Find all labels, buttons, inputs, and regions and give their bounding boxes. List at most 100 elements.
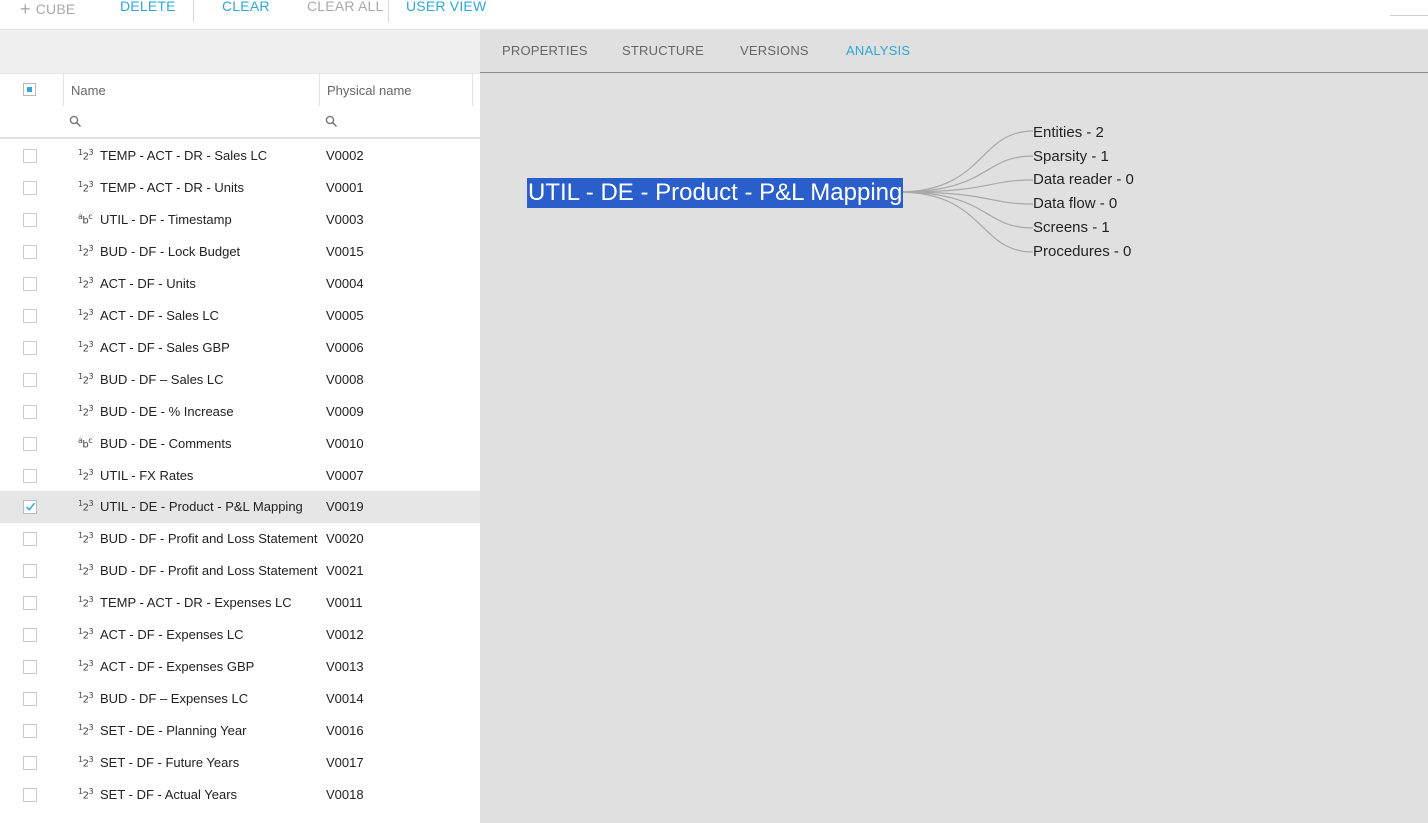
table-row[interactable]: 123 SET - DF - Actual Years V0018 [0, 779, 480, 811]
row-checkbox[interactable] [23, 341, 37, 355]
row-physical-name: V0021 [326, 563, 364, 578]
row-physical-name: V0019 [326, 499, 364, 514]
select-all-checkbox[interactable] [23, 83, 36, 96]
column-header-physical-name[interactable]: Physical name [327, 83, 412, 98]
column-divider [319, 74, 320, 106]
column-header-name[interactable]: Name [71, 83, 106, 98]
table-row[interactable]: abc UTIL - DF - Timestamp V0003 [0, 204, 480, 236]
row-physical-name: V0005 [326, 308, 364, 323]
user-view-button[interactable]: USER VIEW [406, 0, 486, 14]
row-checkbox[interactable] [23, 692, 37, 706]
row-checkbox[interactable] [23, 500, 37, 514]
table-row[interactable]: 123 TEMP - ACT - DR - Sales LC V0002 [0, 140, 480, 172]
analysis-leaf-procedures[interactable]: Procedures - 0 [1033, 243, 1131, 260]
row-checkbox[interactable] [23, 596, 37, 610]
row-name: ACT - DF - Expenses LC [100, 627, 244, 642]
numeric-type-icon: 123 [78, 723, 94, 738]
row-checkbox[interactable] [23, 149, 37, 163]
table-row[interactable]: 123 UTIL - DE - Product - P&L Mapping V001… [0, 491, 480, 523]
table-row[interactable]: 123 TEMP - ACT - DR - Units V0001 [0, 172, 480, 204]
table-row[interactable]: 123 BUD - DF - Profit and Loss Statement V… [0, 555, 480, 587]
row-physical-name: V0003 [326, 212, 364, 227]
name-filter-search-icon[interactable] [69, 115, 82, 128]
row-name: BUD - DE - Comments [100, 436, 232, 451]
toolbar-divider [193, 0, 194, 22]
table-row[interactable]: 123 TEMP - ACT - DR - Expenses LC V0011 [0, 587, 480, 619]
row-checkbox[interactable] [23, 277, 37, 291]
filter-row [0, 106, 480, 139]
row-checkbox[interactable] [23, 724, 37, 738]
table-row[interactable]: abc BUD - DE - Comments V0010 [0, 428, 480, 460]
row-physical-name: V0001 [326, 180, 364, 195]
top-toolbar: + CUBE DELETE CLEAR CLEAR ALL USER VIEW [0, 0, 1428, 30]
row-name: BUD - DF - Profit and Loss Statement [100, 531, 318, 546]
table-row[interactable]: 123 ACT - DF - Expenses LC V0012 [0, 619, 480, 651]
row-physical-name: V0010 [326, 436, 364, 451]
numeric-type-icon: 123 [78, 276, 94, 291]
row-checkbox[interactable] [23, 373, 37, 387]
row-physical-name: V0015 [326, 244, 364, 259]
analysis-leaf-entities[interactable]: Entities - 2 [1033, 124, 1104, 141]
row-name: SET - DE - Planning Year [100, 723, 247, 738]
table-row[interactable]: 123 BUD - DF - Profit and Loss Statement V… [0, 523, 480, 555]
row-checkbox[interactable] [23, 469, 37, 483]
row-physical-name: V0014 [326, 691, 364, 706]
text-type-icon: abc [78, 436, 93, 451]
row-name: BUD - DE - % Increase [100, 404, 234, 419]
row-name: BUD - DF – Sales LC [100, 372, 224, 387]
row-physical-name: V0016 [326, 723, 364, 738]
row-checkbox[interactable] [23, 788, 37, 802]
analysis-leaf-sparsity[interactable]: Sparsity - 1 [1033, 148, 1109, 165]
row-name: SET - DF - Actual Years [100, 787, 238, 802]
table-row[interactable]: 123 UTIL - FX Rates V0007 [0, 460, 480, 492]
row-checkbox[interactable] [23, 564, 37, 578]
row-name: ACT - DF - Units [100, 276, 196, 291]
numeric-type-icon: 123 [78, 372, 94, 387]
row-checkbox[interactable] [23, 532, 37, 546]
row-name: BUD - DF - Profit and Loss Statement [100, 563, 318, 578]
delete-button[interactable]: DELETE [120, 0, 176, 14]
numeric-type-icon: 123 [78, 404, 94, 419]
variables-grid: Name Physical name 123 TEMP - ACT - DR - … [0, 30, 480, 823]
table-row[interactable]: 123 ACT - DF - Units V0004 [0, 268, 480, 300]
numeric-type-icon: 123 [78, 531, 94, 546]
row-checkbox[interactable] [23, 660, 37, 674]
physical-name-filter-search-icon[interactable] [325, 115, 338, 128]
analysis-leaf-data-reader[interactable]: Data reader - 0 [1033, 171, 1134, 188]
table-row[interactable]: 123 BUD - DF – Sales LC V0008 [0, 364, 480, 396]
table-row[interactable]: 123 BUD - DF - Lock Budget V0015 [0, 236, 480, 268]
row-checkbox[interactable] [23, 756, 37, 770]
row-checkbox[interactable] [23, 437, 37, 451]
add-cube-button[interactable]: + CUBE [20, 0, 75, 19]
analysis-root-node[interactable]: UTIL - DE - Product - P&L Mapping [527, 178, 904, 208]
clear-button[interactable]: CLEAR [222, 0, 270, 14]
numeric-type-icon: 123 [78, 308, 94, 323]
table-row[interactable]: 123 ACT - DF - Sales GBP V0006 [0, 332, 480, 364]
row-checkbox[interactable] [23, 628, 37, 642]
analysis-leaf-screens[interactable]: Screens - 1 [1033, 219, 1110, 236]
row-checkbox[interactable] [23, 181, 37, 195]
numeric-type-icon: 123 [78, 340, 94, 355]
table-row[interactable]: 123 SET - DE - Planning Year V0016 [0, 715, 480, 747]
numeric-type-icon: 123 [78, 468, 94, 483]
row-name: TEMP - ACT - DR - Sales LC [100, 148, 268, 163]
row-physical-name: V0013 [326, 659, 364, 674]
row-physical-name: V0007 [326, 468, 364, 483]
row-name: TEMP - ACT - DR - Units [100, 180, 244, 195]
row-physical-name: V0012 [326, 627, 364, 642]
analysis-leaf-data-flow[interactable]: Data flow - 0 [1033, 195, 1117, 212]
clear-all-button[interactable]: CLEAR ALL [307, 0, 384, 14]
row-checkbox[interactable] [23, 309, 37, 323]
table-row[interactable]: 123 SET - DF - Future Years V0017 [0, 747, 480, 779]
row-checkbox[interactable] [23, 405, 37, 419]
table-row[interactable]: 123 BUD - DE - % Increase V0009 [0, 396, 480, 428]
row-name: UTIL - DF - Timestamp [100, 212, 232, 227]
row-name: BUD - DF – Expenses LC [100, 691, 249, 706]
row-checkbox[interactable] [23, 245, 37, 259]
numeric-type-icon: 123 [78, 755, 94, 770]
numeric-type-icon: 123 [78, 244, 94, 259]
row-checkbox[interactable] [23, 213, 37, 227]
table-row[interactable]: 123 BUD - DF – Expenses LC V0014 [0, 683, 480, 715]
table-row[interactable]: 123 ACT - DF - Sales LC V0005 [0, 300, 480, 332]
table-row[interactable]: 123 ACT - DF - Expenses GBP V0013 [0, 651, 480, 683]
